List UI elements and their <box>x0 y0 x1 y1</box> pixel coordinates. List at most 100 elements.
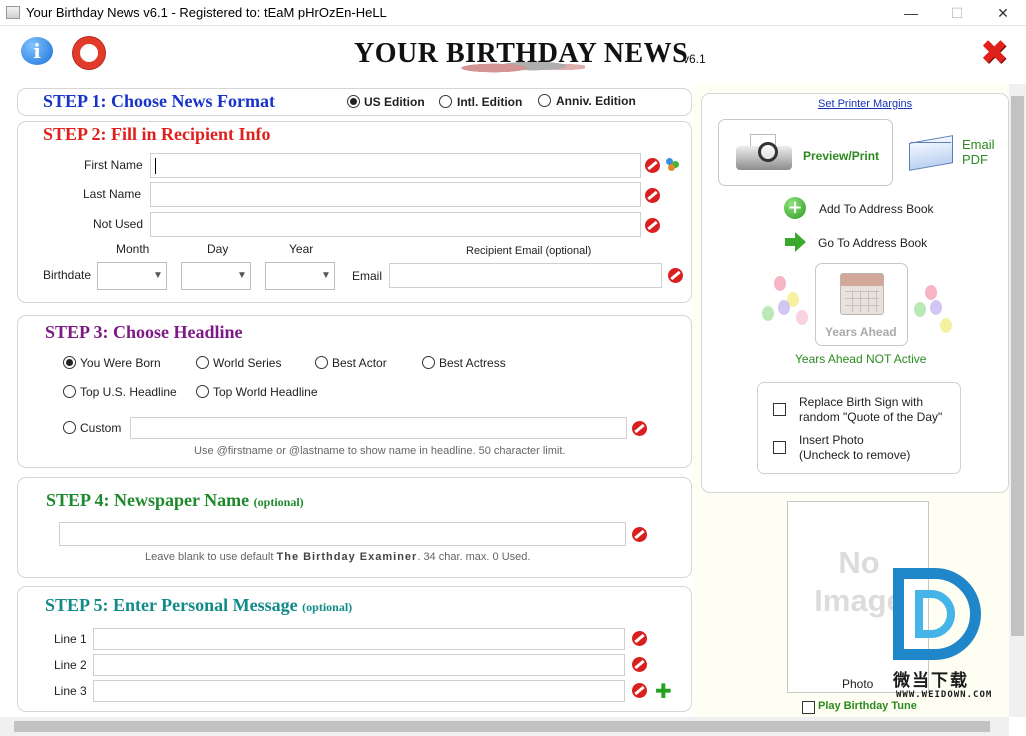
years-ahead-label: Years Ahead <box>825 325 897 339</box>
headline-best-actor-label[interactable]: Best Actor <box>332 356 387 370</box>
custom-headline-input[interactable] <box>130 417 627 439</box>
balloon-icon <box>940 318 952 333</box>
us-edition-radio[interactable] <box>347 95 360 108</box>
anniv-edition-label[interactable]: Anniv. Edition <box>556 94 636 108</box>
birthdate-label: Birthdate <box>43 268 92 282</box>
insert-photo-label-1[interactable]: Insert Photo <box>799 433 864 447</box>
newspaper-name-hint: Leave blank to use default The Birthday … <box>145 551 530 563</box>
add-address-plus-icon[interactable]: + <box>784 197 806 219</box>
headline-best-actress-label[interactable]: Best Actress <box>439 356 506 370</box>
maximize-button[interactable]: ☐ <box>934 0 980 26</box>
watermark-url-text: WWW.WEIDOWN.COM <box>896 690 993 700</box>
photo-label: Photo <box>842 677 874 691</box>
exit-x-icon[interactable]: ✖ <box>980 36 1009 70</box>
go-to-address-book-link[interactable]: Go To Address Book <box>818 236 927 250</box>
balloon-icon <box>925 285 937 300</box>
headline-custom-label[interactable]: Custom <box>80 421 121 435</box>
step2-title: STEP 2: Fill in Recipient Info <box>43 124 271 144</box>
headline-top-world-radio[interactable] <box>196 385 209 398</box>
message-line1-input[interactable] <box>93 628 625 650</box>
email-pdf-label-2[interactable]: PDF <box>962 152 988 167</box>
clear-last-name-icon[interactable] <box>645 188 660 203</box>
vertical-scrollbar[interactable] <box>1009 84 1026 717</box>
headline-top-world-label[interactable]: Top World Headline <box>213 385 318 399</box>
first-name-label: First Name <box>84 158 143 172</box>
info-icon[interactable]: i <box>21 37 53 65</box>
horizontal-scrollbar[interactable] <box>0 717 1009 736</box>
step4-title: STEP 4: Newspaper Name (optional) <box>46 490 304 511</box>
people-icon[interactable] <box>666 158 680 171</box>
last-name-input[interactable] <box>150 182 641 207</box>
message-line3-input[interactable] <box>93 680 625 702</box>
headline-best-actor-radio[interactable] <box>315 356 328 369</box>
help-lifebuoy-icon[interactable] <box>73 37 105 69</box>
intl-edition-label[interactable]: Intl. Edition <box>457 95 522 109</box>
headline-hint: Use @firstname or @lastname to show name… <box>194 445 566 457</box>
line1-label: Line 1 <box>54 632 87 646</box>
step4-optional: (optional) <box>253 495 304 509</box>
day-select[interactable]: ▼ <box>181 262 251 290</box>
first-name-input[interactable] <box>150 153 641 178</box>
clear-line3-icon[interactable] <box>632 683 647 698</box>
newspaper-name-input[interactable] <box>59 522 626 546</box>
clear-email-icon[interactable] <box>668 268 683 283</box>
clear-line2-icon[interactable] <box>632 657 647 672</box>
add-line-plus-icon[interactable]: ✚ <box>655 681 672 701</box>
month-label: Month <box>116 242 150 256</box>
insert-photo-label-2[interactable]: (Uncheck to remove) <box>799 448 910 462</box>
vertical-scrollbar-thumb[interactable] <box>1011 96 1024 636</box>
balloon-icon <box>796 310 808 325</box>
preview-print-button[interactable]: Preview/Print <box>718 119 893 186</box>
play-birthday-tune-checkbox[interactable] <box>802 701 815 714</box>
insert-photo-checkbox[interactable] <box>773 441 786 454</box>
us-edition-label[interactable]: US Edition <box>364 95 425 109</box>
minimize-button[interactable]: — <box>888 0 934 26</box>
last-name-label: Last Name <box>83 187 142 201</box>
clear-first-name-icon[interactable] <box>645 158 660 173</box>
line2-label: Line 2 <box>54 658 87 672</box>
years-ahead-button[interactable]: Years Ahead <box>815 263 908 346</box>
headline-best-actress-radio[interactable] <box>422 356 435 369</box>
headline-top-us-radio[interactable] <box>63 385 76 398</box>
message-line2-input[interactable] <box>93 654 625 676</box>
arrow-right-icon[interactable] <box>784 231 806 253</box>
preview-print-label: Preview/Print <box>803 149 880 163</box>
year-label: Year <box>289 242 314 256</box>
step1-title: STEP 1: Choose News Format <box>43 91 275 111</box>
headline-top-us-label[interactable]: Top U.S. Headline <box>80 385 177 399</box>
printer-magnifier-icon <box>736 134 796 174</box>
clear-not-used-icon[interactable] <box>645 218 660 233</box>
chevron-down-icon: ▼ <box>321 270 331 281</box>
step4-title-text: STEP 4: Newspaper Name <box>46 490 250 510</box>
anniv-edition-radio[interactable] <box>538 94 551 107</box>
headline-custom-radio[interactable] <box>63 421 76 434</box>
add-to-address-book-link[interactable]: Add To Address Book <box>819 202 934 216</box>
month-select[interactable]: ▼ <box>97 262 167 290</box>
email-input[interactable] <box>389 263 662 288</box>
replace-birth-sign-checkbox[interactable] <box>773 403 786 416</box>
hint-text: Leave blank to use default <box>145 551 274 563</box>
headline-you-were-born-radio[interactable] <box>63 356 76 369</box>
headline-world-series-radio[interactable] <box>196 356 209 369</box>
headline-world-series-label[interactable]: World Series <box>213 356 281 370</box>
year-select[interactable]: ▼ <box>265 262 335 290</box>
replace-birth-sign-label-1[interactable]: Replace Birth Sign with <box>799 395 923 409</box>
balloon-icon <box>778 300 790 315</box>
envelope-icon[interactable] <box>909 133 956 171</box>
play-birthday-tune-label[interactable]: Play Birthday Tune <box>818 700 917 712</box>
horizontal-scrollbar-thumb[interactable] <box>14 721 990 732</box>
not-used-input[interactable] <box>150 212 641 237</box>
set-printer-margins-link[interactable]: Set Printer Margins <box>818 98 912 110</box>
watermark-cn-text: 微当下载 <box>893 671 969 691</box>
close-window-button[interactable]: ✕ <box>980 0 1026 26</box>
hint-default-name: The Birthday Examiner <box>276 551 418 563</box>
clear-custom-headline-icon[interactable] <box>632 421 647 436</box>
email-pdf-label-1[interactable]: Email <box>962 137 995 152</box>
intl-edition-radio[interactable] <box>439 95 452 108</box>
app-header: i YOUR BIRTHDAY NEWS v6.1 ✖ <box>0 26 1026 84</box>
clear-newspaper-name-icon[interactable] <box>632 527 647 542</box>
clear-line1-icon[interactable] <box>632 631 647 646</box>
hint-text-end: . 34 char. max. 0 Used. <box>417 551 531 563</box>
headline-you-were-born-label[interactable]: You Were Born <box>80 356 161 370</box>
replace-birth-sign-label-2[interactable]: random "Quote of the Day" <box>799 410 942 424</box>
